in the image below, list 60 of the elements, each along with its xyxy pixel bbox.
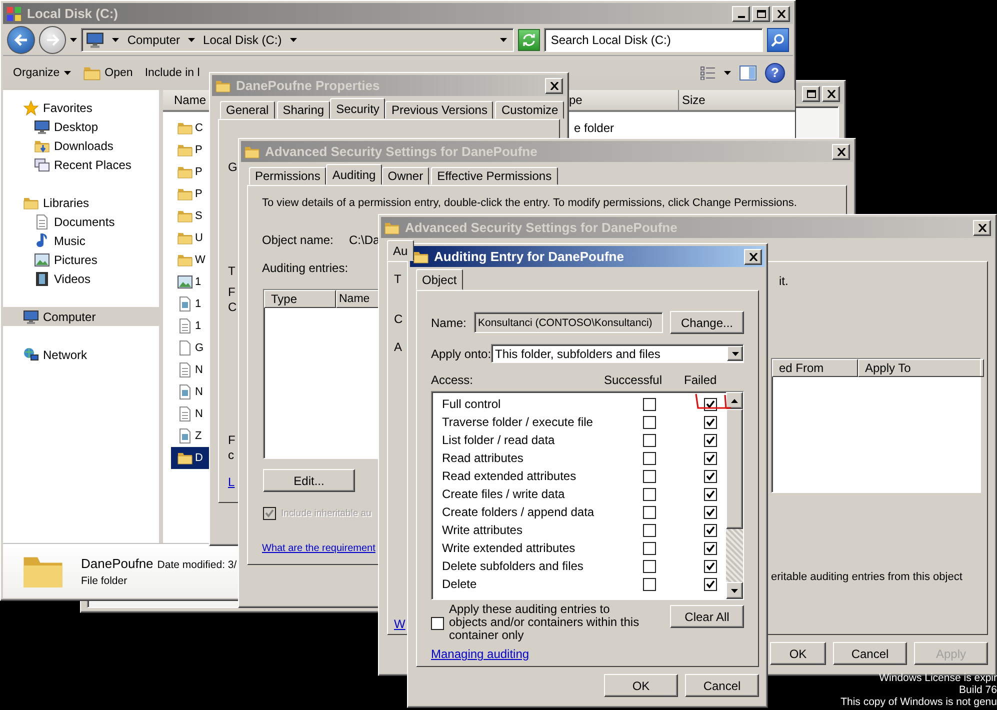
label: T <box>394 272 402 286</box>
field-label: Apply onto: <box>431 346 491 360</box>
label: T <box>228 264 236 278</box>
license-notice: Windows License is expir <box>879 672 997 684</box>
file-name: W <box>195 254 206 266</box>
file-name: 1 <box>195 276 202 288</box>
permission-label: List folder / read data <box>441 433 556 447</box>
instruction-text: it. <box>778 274 788 288</box>
permission-label: Read attributes <box>441 451 524 465</box>
label: C <box>228 300 237 314</box>
file-name: U <box>195 232 203 244</box>
file-name: P <box>195 166 202 178</box>
item-type: File folder <box>81 574 128 586</box>
permission-label: Create files / write data <box>441 487 566 501</box>
file-name: N <box>195 364 203 376</box>
label: G <box>228 160 238 174</box>
item-name: DanePoufne <box>81 556 154 570</box>
window-title: Advanced Security Settings for DanePoufne <box>265 144 538 159</box>
name-field: Konsultanci (CONTOSO\Konsultanci) <box>474 312 663 333</box>
checkbox-label: Apply these auditing entries to objects and/or containers within this container only <box>449 603 640 642</box>
permission-label: Read extended attributes <box>441 469 578 483</box>
file-name: 1 <box>195 320 202 332</box>
permission-label: Traverse folder / execute file <box>441 415 594 429</box>
permission-label: Write attributes <box>441 523 524 537</box>
window-title: Auditing Entry for DanePoufne <box>434 249 624 264</box>
label: A <box>394 340 402 354</box>
label: F <box>228 433 236 447</box>
label: F <box>228 285 236 299</box>
file-name: N <box>195 408 203 420</box>
file-name: S <box>195 210 202 222</box>
file-name: D <box>195 452 203 464</box>
label: c <box>228 448 234 462</box>
label: C <box>394 312 403 326</box>
field-label: Access: <box>431 373 474 387</box>
license-notice: Build 76 <box>959 684 997 696</box>
file-name: P <box>195 188 202 200</box>
window-title: Local Disk (C:) <box>27 6 118 21</box>
file-name: C <box>195 122 203 134</box>
license-notice: This copy of Windows is not genu <box>840 696 997 708</box>
file-name: P <box>195 144 202 156</box>
instruction-text: To view details of a permission entry, double-click the entry. To modify permissions, click Change Permissions. <box>262 197 798 211</box>
column-header: Failed <box>684 373 718 387</box>
permission-label: Delete subfolders and files <box>441 559 584 573</box>
column-header: Successful <box>604 373 664 387</box>
date-modified: Date modified: 3/ <box>157 558 237 570</box>
file-name: N <box>195 386 203 398</box>
field-label: Object name: <box>262 233 334 247</box>
permission-label: Delete <box>441 577 478 591</box>
file-type: e folder <box>574 121 614 135</box>
window-title: DanePoufne Properties <box>236 78 380 93</box>
field-label: Name: <box>431 316 468 330</box>
permission-label: Write extended attributes <box>441 541 576 555</box>
window-title: Advanced Security Settings for DanePoufne <box>405 220 678 235</box>
field-label: Auditing entries: <box>262 261 348 275</box>
permission-label: Full control <box>441 397 502 411</box>
file-name: 1 <box>195 298 202 310</box>
file-name: G <box>195 342 204 354</box>
checkbox-label: eritable auditing entries from this object <box>771 570 962 584</box>
permission-label: Create folders / append data <box>441 505 596 519</box>
file-name: Z <box>195 430 202 442</box>
